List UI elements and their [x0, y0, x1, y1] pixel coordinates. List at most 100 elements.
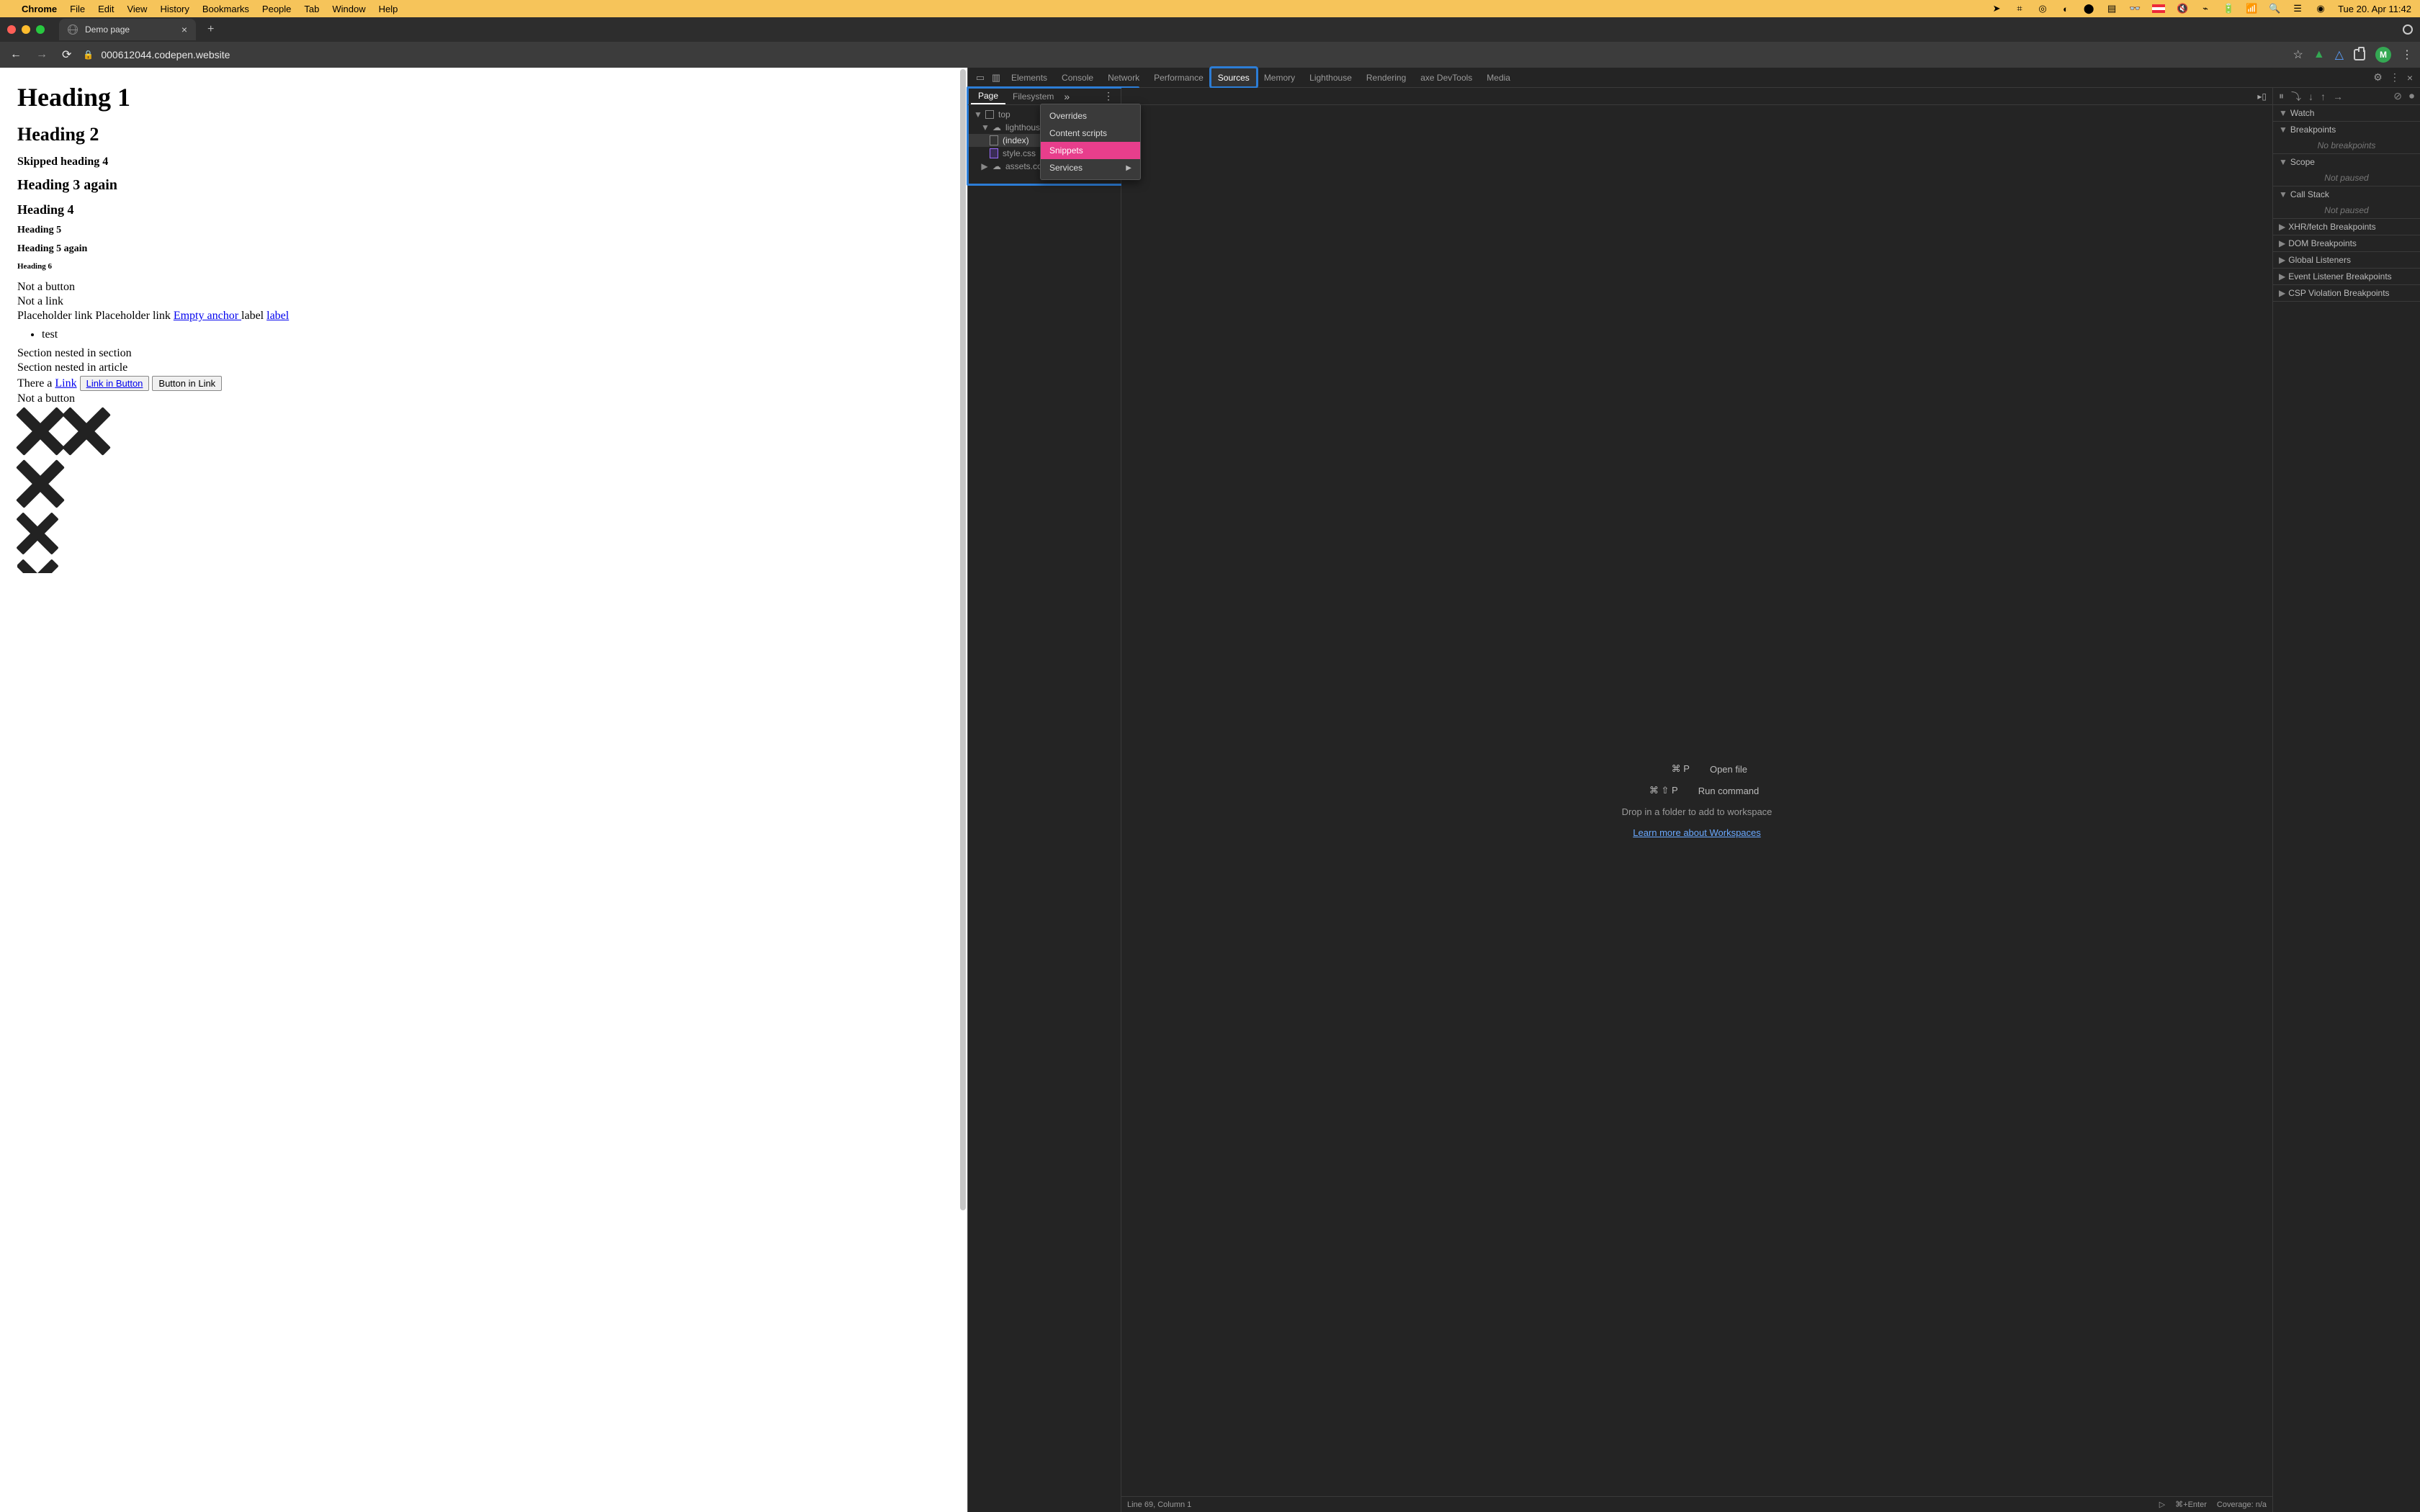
- address-bar[interactable]: 🔒 000612044.codepen.website: [83, 49, 2284, 60]
- overflow-item-snippets[interactable]: Snippets: [1041, 142, 1140, 159]
- back-button[interactable]: ←: [7, 48, 24, 61]
- menu-history[interactable]: History: [160, 4, 189, 14]
- empty-anchor-link[interactable]: Empty anchor: [174, 310, 241, 322]
- menu-tab[interactable]: Tab: [304, 4, 319, 14]
- pause-icon[interactable]: ⏸: [2279, 90, 2284, 102]
- navigator-menu-icon[interactable]: ⋮: [1099, 90, 1118, 102]
- learn-workspaces-link[interactable]: Learn more about Workspaces: [1633, 827, 1761, 838]
- link-plain[interactable]: Link: [55, 377, 76, 390]
- menu-people[interactable]: People: [262, 4, 291, 14]
- macos-menubar: Chrome File Edit View History Bookmarks …: [0, 0, 2420, 17]
- clock-icon[interactable]: ◎: [2037, 3, 2048, 14]
- panel-tab-sources[interactable]: Sources: [1211, 68, 1257, 87]
- browser-tab[interactable]: Demo page ×: [59, 19, 196, 40]
- panel-tab-rendering[interactable]: Rendering: [1359, 68, 1413, 87]
- panel-tab-console[interactable]: Console: [1054, 68, 1101, 87]
- step-over-icon[interactable]: ⤵: [2291, 89, 2301, 104]
- page-viewport[interactable]: Heading 1 Heading 2 Skipped heading 4 He…: [0, 68, 968, 1512]
- device-toolbar-icon[interactable]: ▥: [988, 72, 1004, 84]
- tab-close-button[interactable]: ×: [182, 24, 187, 35]
- status-icon-2[interactable]: ◐: [2060, 3, 2071, 14]
- unordered-list: test: [42, 328, 950, 341]
- navigator-overflow-menu: Overrides Content scripts Snippets Servi…: [1040, 104, 1141, 180]
- panel-tab-axe[interactable]: axe DevTools: [1413, 68, 1479, 87]
- pause-exceptions-icon[interactable]: ⏺: [2409, 90, 2414, 102]
- xhr-bp-section[interactable]: ▶XHR/fetch Breakpoints: [2273, 219, 2420, 235]
- navigator-tab-page[interactable]: Page: [971, 88, 1005, 104]
- menu-window[interactable]: Window: [332, 4, 365, 14]
- editor-dock-icon[interactable]: ▸▯: [2257, 91, 2267, 102]
- control-center-icon[interactable]: ☰: [2292, 3, 2303, 14]
- glasses-icon[interactable]: 👓: [2129, 3, 2141, 14]
- book-icon[interactable]: ▤: [2106, 3, 2118, 14]
- panel-tab-media[interactable]: Media: [1479, 68, 1518, 87]
- csp-bp-section[interactable]: ▶CSP Violation Breakpoints: [2273, 285, 2420, 301]
- bookmark-star-icon[interactable]: ☆: [2293, 48, 2303, 62]
- status-icon[interactable]: ➤: [1991, 3, 2002, 14]
- battery-icon[interactable]: 🔋: [2223, 3, 2234, 14]
- spotlight-icon[interactable]: 🔍: [2269, 3, 2280, 14]
- page-scrollbar[interactable]: [960, 69, 966, 1210]
- inspect-element-icon[interactable]: ▭: [972, 72, 988, 84]
- flag-icon[interactable]: [2152, 4, 2165, 13]
- gdrive-extension-icon[interactable]: ▲: [2313, 48, 2325, 61]
- siri-icon[interactable]: ◉: [2315, 3, 2326, 14]
- scope-section[interactable]: ▼Scope: [2273, 154, 2420, 170]
- there-a-text: There a: [17, 377, 55, 390]
- panel-tab-lighthouse[interactable]: Lighthouse: [1302, 68, 1359, 87]
- extensions-puzzle-icon[interactable]: [2354, 49, 2365, 60]
- window-zoom-button[interactable]: [36, 25, 45, 34]
- debugger-toolbar: ⏸ ⤵ ↓ ↑ → ⊘ ⏺: [2273, 88, 2420, 105]
- profile-avatar[interactable]: M: [2375, 47, 2391, 63]
- global-listeners-section[interactable]: ▶Global Listeners: [2273, 252, 2420, 268]
- new-tab-button[interactable]: +: [202, 23, 220, 36]
- window-close-button[interactable]: [7, 25, 16, 34]
- step-into-icon[interactable]: ↓: [2308, 91, 2313, 102]
- reload-button[interactable]: ⟳: [59, 48, 74, 62]
- hat-icon[interactable]: ⬤: [2083, 3, 2094, 14]
- breakpoints-section[interactable]: ▼Breakpoints: [2273, 122, 2420, 138]
- panel-tab-network[interactable]: Network: [1101, 68, 1147, 87]
- dom-bp-section[interactable]: ▶DOM Breakpoints: [2273, 235, 2420, 251]
- tab-search-button[interactable]: [2403, 24, 2413, 35]
- link-in-button[interactable]: Link in Button: [80, 376, 150, 391]
- step-icon[interactable]: →: [2333, 91, 2343, 102]
- overflow-item-content-scripts[interactable]: Content scripts: [1041, 125, 1140, 142]
- menu-edit[interactable]: Edit: [98, 4, 114, 14]
- menu-bookmarks[interactable]: Bookmarks: [202, 4, 249, 14]
- open-file-label: Open file: [1710, 764, 1747, 775]
- navigator-more-tabs-icon[interactable]: »: [1064, 91, 1070, 102]
- navigator-tab-filesystem[interactable]: Filesystem: [1005, 88, 1061, 104]
- devtools-menu-icon[interactable]: ⋮: [2390, 71, 2400, 84]
- menubar-clock[interactable]: Tue 20. Apr 11:42: [2338, 4, 2411, 14]
- menu-help[interactable]: Help: [379, 4, 398, 14]
- menu-file[interactable]: File: [70, 4, 85, 14]
- devtools-close-button[interactable]: ×: [2407, 72, 2413, 84]
- step-out-icon[interactable]: ↑: [2321, 91, 2326, 102]
- link-in-button-anchor[interactable]: Link in Button: [86, 378, 143, 389]
- extension-icon-2[interactable]: △: [2335, 48, 2344, 62]
- mute-icon[interactable]: 🔇: [2177, 3, 2188, 14]
- label-link[interactable]: label: [266, 310, 289, 322]
- menubar-app-name[interactable]: Chrome: [22, 4, 57, 14]
- dropbox-icon[interactable]: ⌗: [2014, 3, 2025, 14]
- lock-icon[interactable]: 🔒: [83, 50, 94, 60]
- event-bp-section[interactable]: ▶Event Listener Breakpoints: [2273, 269, 2420, 284]
- bluetooth-icon[interactable]: ⌁: [2200, 3, 2211, 14]
- deactivate-bp-icon[interactable]: ⊘: [2393, 90, 2402, 102]
- panel-tab-elements[interactable]: Elements: [1004, 68, 1054, 87]
- watch-section[interactable]: ▼Watch: [2273, 105, 2420, 121]
- call-stack-section[interactable]: ▼Call Stack: [2273, 186, 2420, 202]
- chevron-right-icon: ▶: [1126, 164, 1131, 172]
- panel-tab-memory[interactable]: Memory: [1257, 68, 1302, 87]
- button-in-link[interactable]: Button in Link: [152, 376, 222, 391]
- wifi-icon[interactable]: 📶: [2246, 3, 2257, 14]
- window-minimize-button[interactable]: [22, 25, 30, 34]
- devtools-settings-icon[interactable]: ⚙: [2373, 71, 2383, 84]
- overflow-item-overrides[interactable]: Overrides: [1041, 107, 1140, 125]
- chrome-menu-button[interactable]: ⋮: [2401, 48, 2413, 62]
- panel-tab-performance[interactable]: Performance: [1147, 68, 1211, 87]
- menu-view[interactable]: View: [127, 4, 147, 14]
- overflow-item-services[interactable]: Services▶: [1041, 159, 1140, 176]
- run-icon[interactable]: ▷: [2159, 1500, 2165, 1509]
